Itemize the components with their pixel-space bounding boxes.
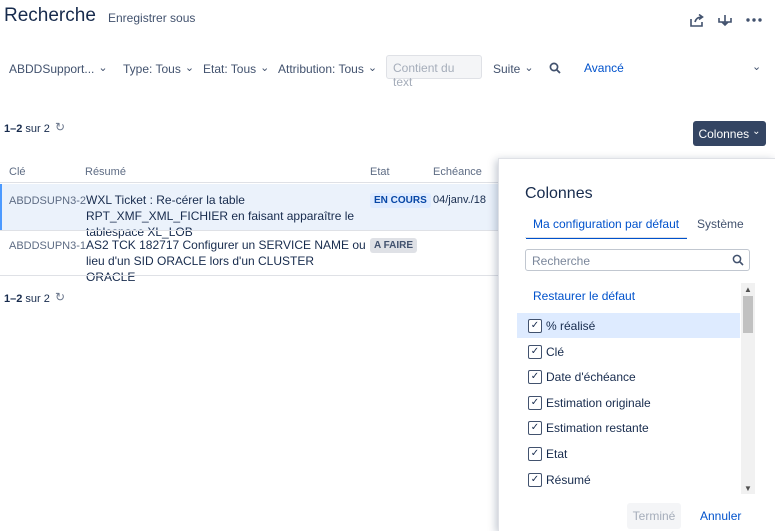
refresh-icon[interactable]: ↻ [55,290,65,304]
text-search-input[interactable]: Contient du text [386,55,482,89]
more-filters[interactable]: Suite [493,62,534,76]
checkbox-checked-icon[interactable]: ✓ [528,395,542,410]
column-option[interactable]: ✓% réalisé [517,313,740,338]
column-search-input[interactable]: Recherche [525,249,750,271]
search-icon [732,254,744,269]
page-title: Recherche [4,5,96,26]
columns-button[interactable]: Colonnes ⌄ [693,121,766,146]
tab-system[interactable]: Système [697,217,744,231]
issue-key[interactable]: ABDDSUPN3-2 [9,195,86,207]
checkbox-checked-icon[interactable]: ✓ [528,318,542,333]
column-header-status[interactable]: Etat [370,166,390,178]
checkbox-checked-icon[interactable]: ✓ [528,472,542,487]
column-header-key[interactable]: Clé [9,166,26,178]
share-icon[interactable] [686,9,708,31]
column-header-due[interactable]: Echéance [433,166,482,178]
due-date: 04/janv./18 [433,194,487,206]
advanced-link[interactable]: Avancé [584,61,624,75]
done-button[interactable]: Terminé [627,503,681,529]
cancel-button[interactable]: Annuler [700,509,741,523]
column-option[interactable]: ✓ Résumé [517,467,740,492]
assignee-filter[interactable]: Attribution: Tous [278,62,377,76]
column-header-summary[interactable]: Résumé [85,166,126,178]
column-option[interactable]: ✓ Estimation restante [517,415,740,440]
scroll-up-icon[interactable]: ▲ [741,283,755,295]
scroll-down-icon[interactable]: ▼ [741,482,755,494]
restore-default-link[interactable]: Restaurer le défaut [533,289,635,303]
search-icon[interactable] [549,62,561,77]
divider [0,230,500,231]
column-option[interactable]: ✓ Date d'échéance [517,364,740,389]
scrollbar-thumb[interactable] [743,296,753,333]
more-icon[interactable] [743,9,765,31]
tab-default-config[interactable]: Ma configuration par défaut [526,217,688,239]
checkbox-checked-icon[interactable]: ✓ [528,369,542,384]
tab-divider [525,237,687,238]
checkbox-checked-icon[interactable]: ✓ [528,344,542,359]
type-filter[interactable]: Type: Tous [123,62,194,76]
result-count: 1–2 sur 2 [4,123,50,135]
chevron-down-icon[interactable]: ⌄ [752,60,761,73]
issue-summary[interactable]: AS2 TCK 182717 Configurer un SERVICE NAM… [86,237,366,285]
result-count-bottom: 1–2 sur 2 [4,293,50,305]
save-as-button[interactable]: Enregistrer sous [108,11,195,25]
project-filter[interactable]: ABDDSupport... [9,62,108,76]
divider [0,182,500,183]
refresh-icon[interactable]: ↻ [55,120,65,134]
status-badge: EN COURS [370,193,431,208]
issue-summary[interactable]: WXL Ticket : Re-cérer la table RPT_XMF_X… [86,192,366,240]
divider [0,275,500,276]
checkbox-checked-icon[interactable]: ✓ [528,420,542,435]
column-option[interactable]: ✓ Etat [517,441,740,466]
panel-title: Colonnes [525,185,593,202]
issue-key[interactable]: ABDDSUPN3-1 [9,240,86,252]
column-option[interactable]: ✓ Estimation originale [517,390,740,415]
status-filter[interactable]: Etat: Tous [203,62,269,76]
status-badge: A FAIRE [370,238,418,253]
export-icon[interactable] [714,9,736,31]
column-option[interactable]: ✓ Clé [517,339,740,364]
checkbox-checked-icon[interactable]: ✓ [528,446,542,461]
